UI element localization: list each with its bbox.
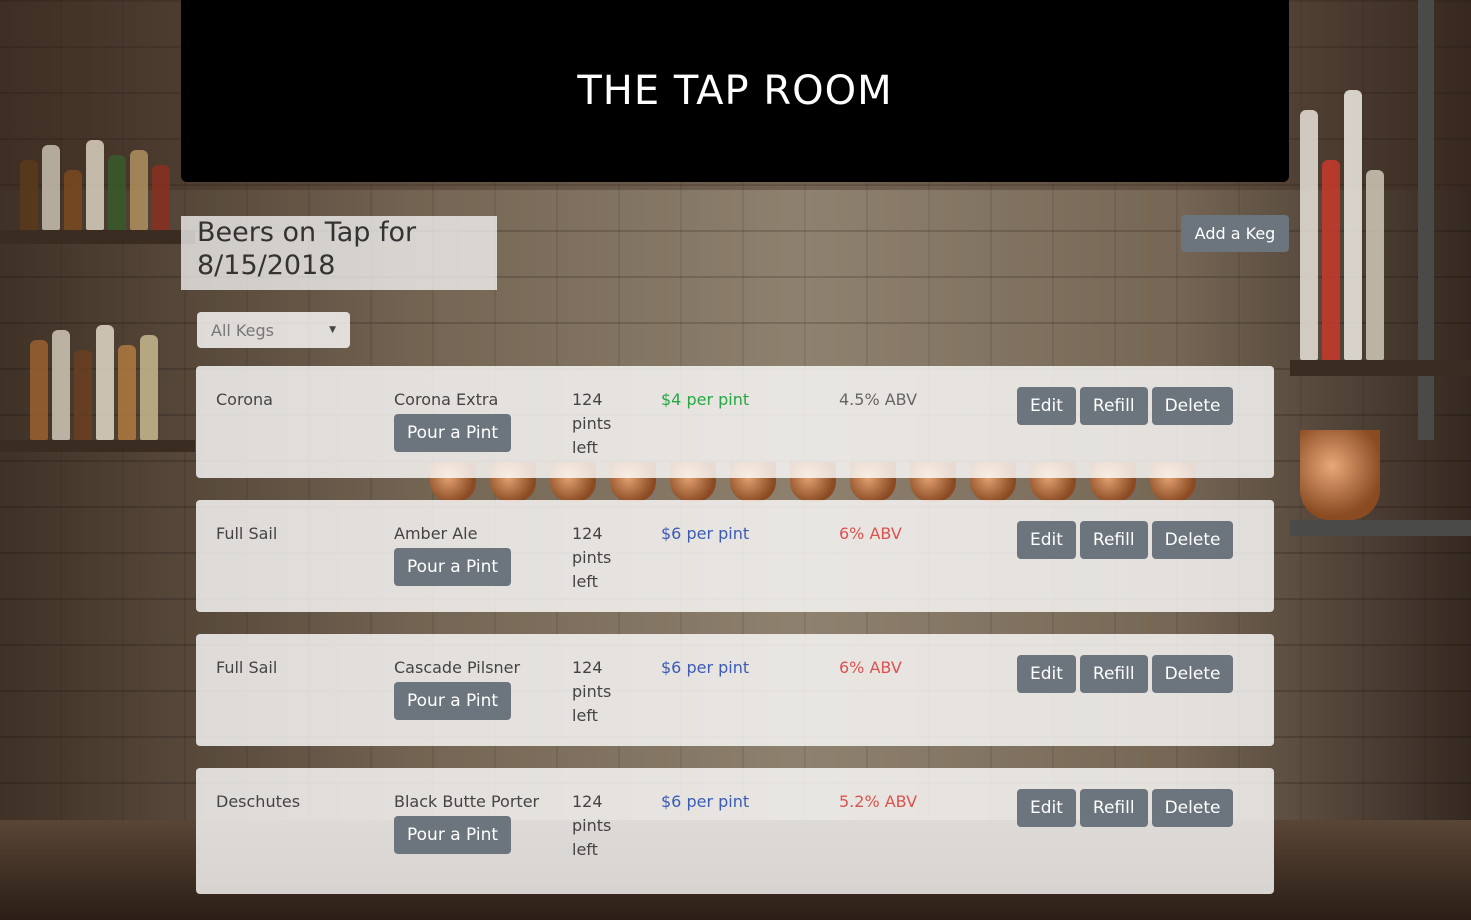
- keg-brand: Deschutes: [216, 792, 301, 811]
- pour-pint-button[interactable]: Pour a Pint: [394, 816, 512, 854]
- edit-button[interactable]: Edit: [1017, 387, 1076, 425]
- shelf-decoration: [0, 230, 195, 244]
- keg-name-column: Black Butte Porter Pour a Pint: [394, 790, 554, 854]
- site-title: THE TAP ROOM: [577, 68, 893, 114]
- keg-card: Full Sail Amber Ale Pour a Pint 124 pint…: [196, 500, 1274, 612]
- keg-pints-left: 124 pints left: [572, 390, 612, 457]
- keg-abv: 6% ABV: [839, 524, 902, 543]
- pipe-decoration: [1290, 520, 1471, 536]
- bottles-decoration: [1300, 70, 1384, 360]
- bottles-decoration: [30, 320, 158, 440]
- keg-name-column: Corona Extra Pour a Pint: [394, 388, 554, 452]
- keg-name-column: Cascade Pilsner Pour a Pint: [394, 656, 554, 720]
- keg-actions: Edit Refill Delete: [1017, 387, 1234, 425]
- keg-actions: Edit Refill Delete: [1017, 521, 1234, 559]
- refill-button[interactable]: Refill: [1079, 789, 1148, 827]
- keg-price: $4 per pint: [661, 390, 750, 409]
- delete-button[interactable]: Delete: [1151, 521, 1234, 559]
- keg-abv: 5.2% ABV: [839, 792, 918, 811]
- copper-mug-decoration: [1300, 430, 1380, 520]
- keg-card: Full Sail Cascade Pilsner Pour a Pint 12…: [196, 634, 1274, 746]
- keg-pints-left: 124 pints left: [572, 524, 612, 591]
- delete-button[interactable]: Delete: [1151, 387, 1234, 425]
- keg-actions: Edit Refill Delete: [1017, 655, 1234, 693]
- edit-button[interactable]: Edit: [1017, 655, 1076, 693]
- shelf-decoration: [0, 440, 195, 452]
- keg-price: $6 per pint: [661, 658, 750, 677]
- caret-down-icon: ▼: [329, 325, 336, 335]
- keg-name: Cascade Pilsner: [394, 658, 521, 677]
- page-title: Beers on Tap for 8/15/2018: [181, 216, 497, 290]
- pour-pint-button[interactable]: Pour a Pint: [394, 548, 512, 586]
- keg-name: Corona Extra: [394, 390, 499, 409]
- refill-button[interactable]: Refill: [1079, 521, 1148, 559]
- keg-abv: 6% ABV: [839, 658, 902, 677]
- keg-brand: Full Sail: [216, 658, 278, 677]
- keg-price: $6 per pint: [661, 524, 750, 543]
- pour-pint-button[interactable]: Pour a Pint: [394, 682, 512, 720]
- refill-button[interactable]: Refill: [1079, 655, 1148, 693]
- shelf-decoration: [1290, 360, 1471, 376]
- keg-filter-value: All Kegs: [211, 320, 274, 340]
- bottles-decoration: [20, 140, 170, 230]
- keg-pints-left: 124 pints left: [572, 658, 612, 725]
- keg-name: Amber Ale: [394, 524, 478, 543]
- keg-card: Deschutes Black Butte Porter Pour a Pint…: [196, 768, 1274, 894]
- keg-price: $6 per pint: [661, 792, 750, 811]
- refill-button[interactable]: Refill: [1079, 387, 1148, 425]
- edit-button[interactable]: Edit: [1017, 789, 1076, 827]
- keg-actions: Edit Refill Delete: [1017, 789, 1234, 827]
- keg-name: Black Butte Porter: [394, 792, 540, 811]
- keg-pints-left: 124 pints left: [572, 792, 612, 859]
- add-keg-button[interactable]: Add a Keg: [1181, 215, 1289, 252]
- keg-brand: Full Sail: [216, 524, 278, 543]
- pour-pint-button[interactable]: Pour a Pint: [394, 414, 512, 452]
- keg-abv: 4.5% ABV: [839, 390, 918, 409]
- keg-brand: Corona: [216, 390, 273, 409]
- delete-button[interactable]: Delete: [1151, 655, 1234, 693]
- keg-filter-select[interactable]: All Kegs ▼: [197, 312, 350, 348]
- keg-name-column: Amber Ale Pour a Pint: [394, 522, 554, 586]
- delete-button[interactable]: Delete: [1151, 789, 1234, 827]
- site-header: THE TAP ROOM: [181, 0, 1289, 182]
- keg-card: Corona Corona Extra Pour a Pint 124 pint…: [196, 366, 1274, 478]
- edit-button[interactable]: Edit: [1017, 521, 1076, 559]
